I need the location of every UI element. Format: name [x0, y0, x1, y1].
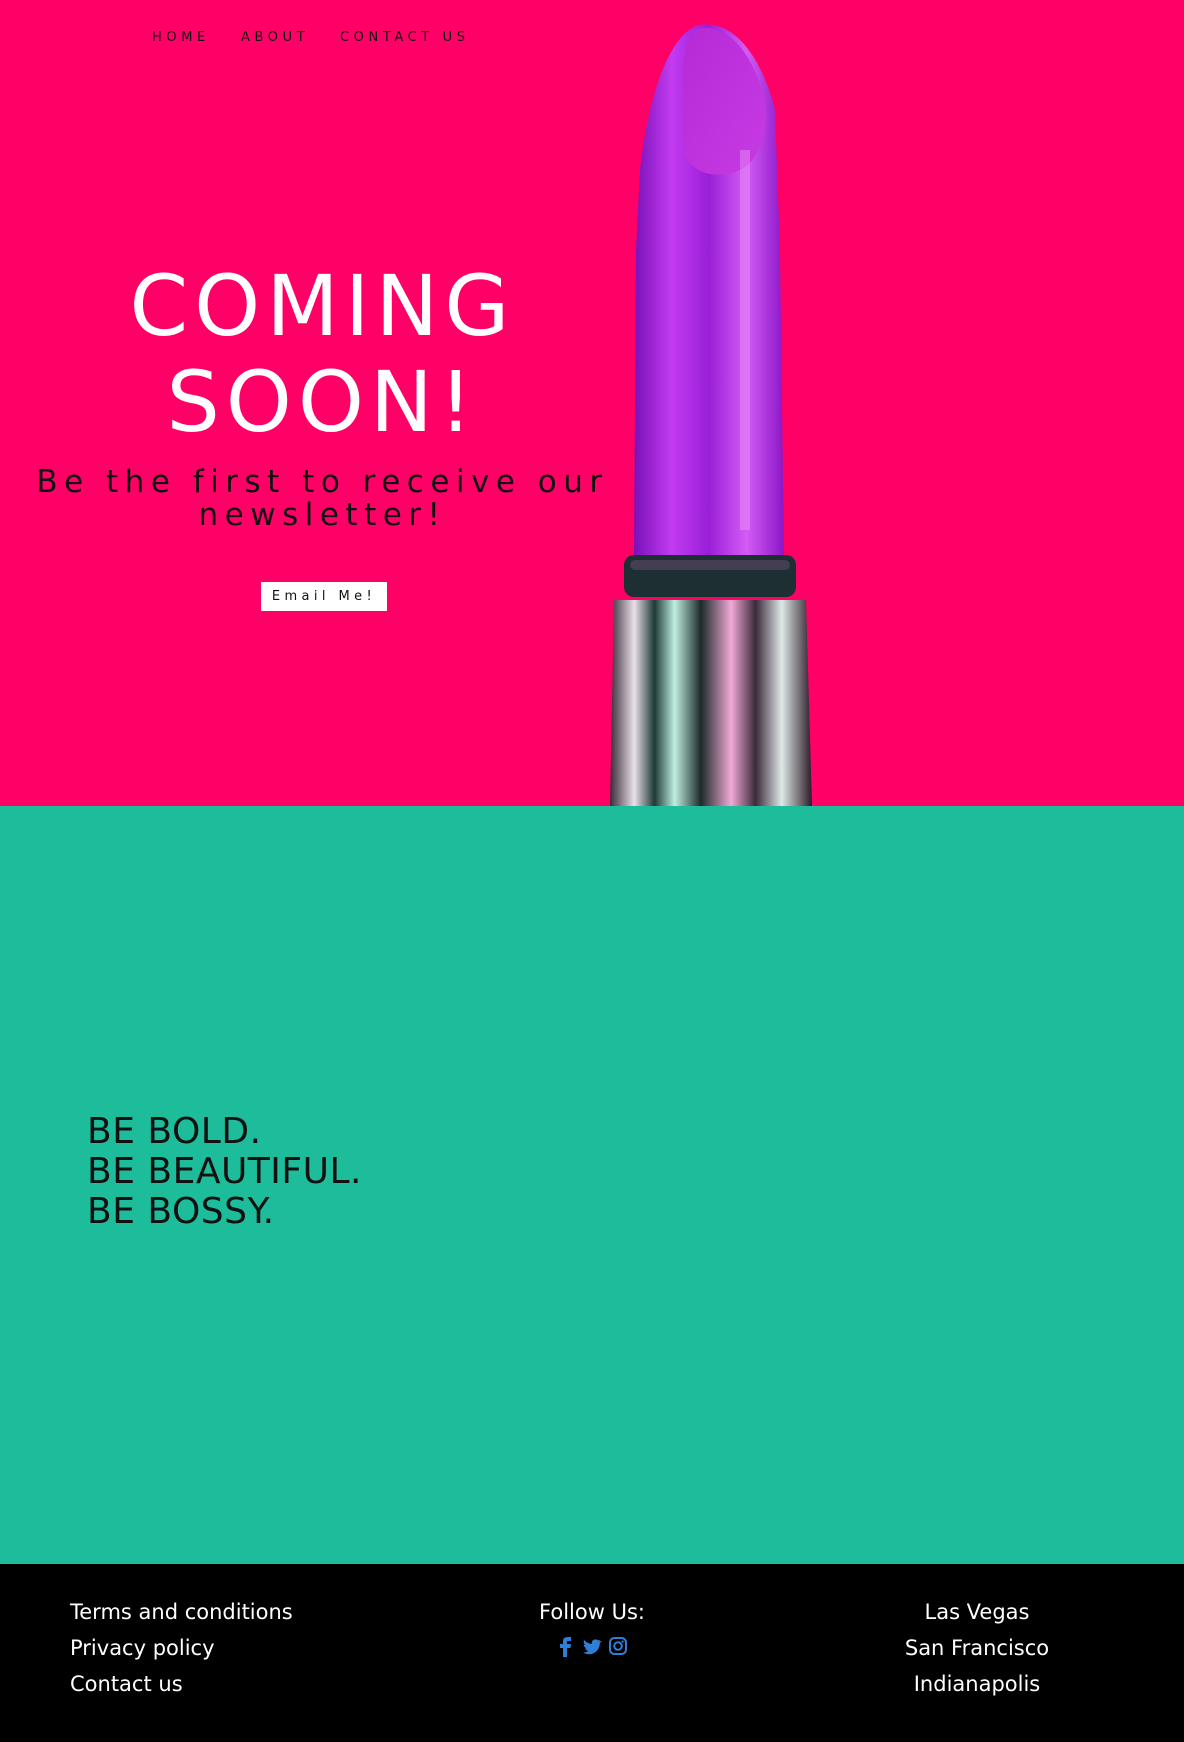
follow-label: Follow Us:	[539, 1600, 645, 1624]
newsletter-subtitle: Be the first to receive our newsletter!	[36, 464, 609, 533]
footer-links: Terms and conditions Privacy policy Cont…	[70, 1594, 293, 1702]
hero-section: HOME ABOUT CONTACT US COMING SOON! Be th…	[0, 0, 1184, 806]
footer-cities: Las Vegas San Francisco Indianapolis	[877, 1594, 1077, 1702]
page-title: COMING SOON!	[30, 258, 615, 450]
nav-contact-us[interactable]: CONTACT US	[340, 30, 470, 45]
contact-link[interactable]: Contact us	[70, 1666, 293, 1702]
tagline: BE BOLD. BE BEAUTIFUL. BE BOSSY.	[87, 1112, 362, 1232]
social-icons	[492, 1632, 692, 1657]
tagline-line-2: BE BEAUTIFUL.	[87, 1151, 362, 1192]
privacy-link[interactable]: Privacy policy	[70, 1630, 293, 1666]
tagline-line-3: BE BOSSY.	[87, 1191, 275, 1232]
tagline-line-1: BE BOLD.	[87, 1111, 262, 1152]
twitter-icon[interactable]	[582, 1632, 602, 1655]
nav-home[interactable]: HOME	[152, 30, 210, 45]
title-line-1: COMING	[129, 257, 516, 355]
city-indianapolis: Indianapolis	[913, 1672, 1041, 1696]
city-las-vegas: Las Vegas	[924, 1600, 1030, 1624]
footer: Terms and conditions Privacy policy Cont…	[0, 1564, 1184, 1742]
title-line-2: SOON!	[166, 353, 479, 451]
facebook-icon[interactable]	[556, 1632, 576, 1657]
city-san-francisco: San Francisco	[904, 1636, 1050, 1660]
lipstick-image	[610, 24, 812, 806]
nav-about[interactable]: ABOUT	[241, 30, 309, 45]
instagram-icon[interactable]	[608, 1632, 628, 1655]
email-me-button[interactable]: Email Me!	[261, 582, 387, 611]
follow-us: Follow Us:	[492, 1594, 692, 1657]
terms-link[interactable]: Terms and conditions	[70, 1594, 293, 1630]
